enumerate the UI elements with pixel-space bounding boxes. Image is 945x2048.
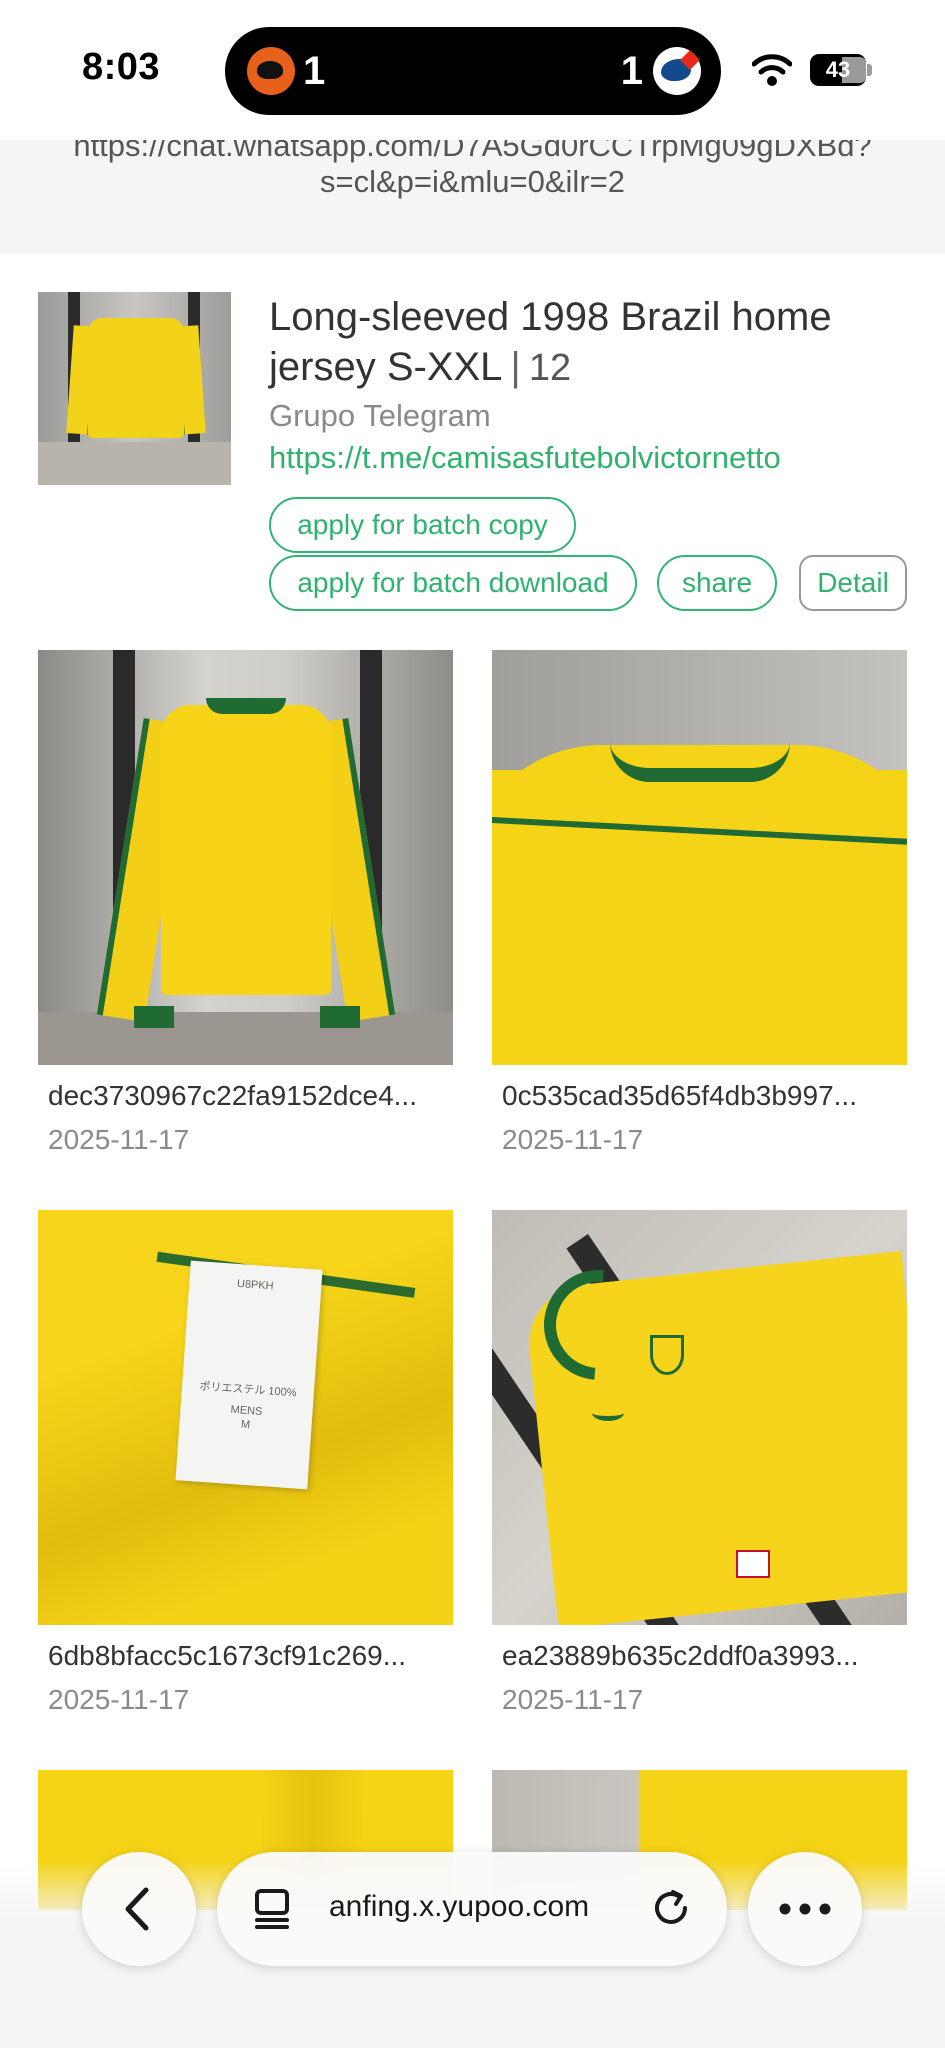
photo-date: 2025-11-17 [502,1684,644,1715]
description-link-text[interactable]: s=cl&p=i&mlu=0&ilr=2 [0,164,945,200]
share-button[interactable]: share [657,555,777,611]
care-label-material: ポリエステル 100% [199,1380,297,1400]
album-cover-thumbnail[interactable] [38,292,231,485]
album-photo-count: 12 [528,347,572,389]
album-title: Long-sleeved 1998 Brazil home jersey S-X… [269,292,909,393]
back-button[interactable] [82,1852,196,1966]
photo-thumbnail[interactable] [492,1210,907,1625]
photo-date: 2025-11-17 [502,1124,644,1155]
description-link-partial[interactable]: https://chat.whatsapp.com/D7A5Gd0rCCTrpM… [0,140,945,164]
apply-batch-copy-button[interactable]: apply for batch copy [269,497,576,553]
status-time: 8:03 [82,46,161,88]
photo-date: 2025-11-17 [48,1684,190,1715]
orioles-logo-icon [247,47,295,95]
status-bar: 8:03 1 1 43 [0,0,945,140]
more-options-button[interactable] [748,1852,862,1966]
album-telegram-link[interactable]: https://t.me/camisasfutebolvictornetto [269,440,781,476]
photo-filename[interactable]: ea23889b635c2ddf0a3993... [502,1640,859,1672]
right-team-score: 1 [620,49,643,93]
photo-thumbnail[interactable]: U8PKH ポリエステル 100% MENS M [38,1210,453,1625]
cbf-crest-icon [650,1335,684,1375]
more-icon [779,1903,831,1915]
title-separator: | [510,345,521,389]
reload-icon[interactable] [649,1886,693,1930]
battery-level: 43 [825,57,851,82]
live-activity-scoreboard[interactable]: 1 1 [225,27,721,115]
url-text[interactable]: anfing.x.yupoo.com [329,1890,589,1924]
wifi-icon [752,54,792,86]
detail-button[interactable]: Detail [799,555,907,611]
photo-thumbnail[interactable] [38,650,453,1065]
blue-jays-logo-icon [653,47,701,95]
album-group-name: Grupo Telegram [269,398,491,433]
care-label: U8PKH ポリエステル 100% MENS M [175,1260,323,1490]
battery-icon: 43 [810,54,872,86]
left-team-score: 1 [303,49,326,93]
photo-filename[interactable]: 6db8bfacc5c1673cf91c269... [48,1640,406,1672]
address-bar[interactable]: anfing.x.yupoo.com [217,1852,727,1966]
description-link-strip: https://chat.whatsapp.com/D7A5Gd0rCCTrpM… [0,140,945,254]
tabs-icon[interactable] [253,1888,295,1930]
photo-thumbnail[interactable] [492,650,907,1065]
care-label-code: U8PKH [236,1277,274,1293]
swoosh-logo-icon [592,1405,624,1421]
photo-date: 2025-11-17 [48,1124,190,1155]
photo-filename[interactable]: 0c535cad35d65f4db3b997... [502,1080,857,1112]
back-chevron-icon [125,1887,149,1931]
apply-batch-download-button[interactable]: apply for batch download [269,555,637,611]
photo-filename[interactable]: dec3730967c22fa9152dce4... [48,1080,417,1112]
